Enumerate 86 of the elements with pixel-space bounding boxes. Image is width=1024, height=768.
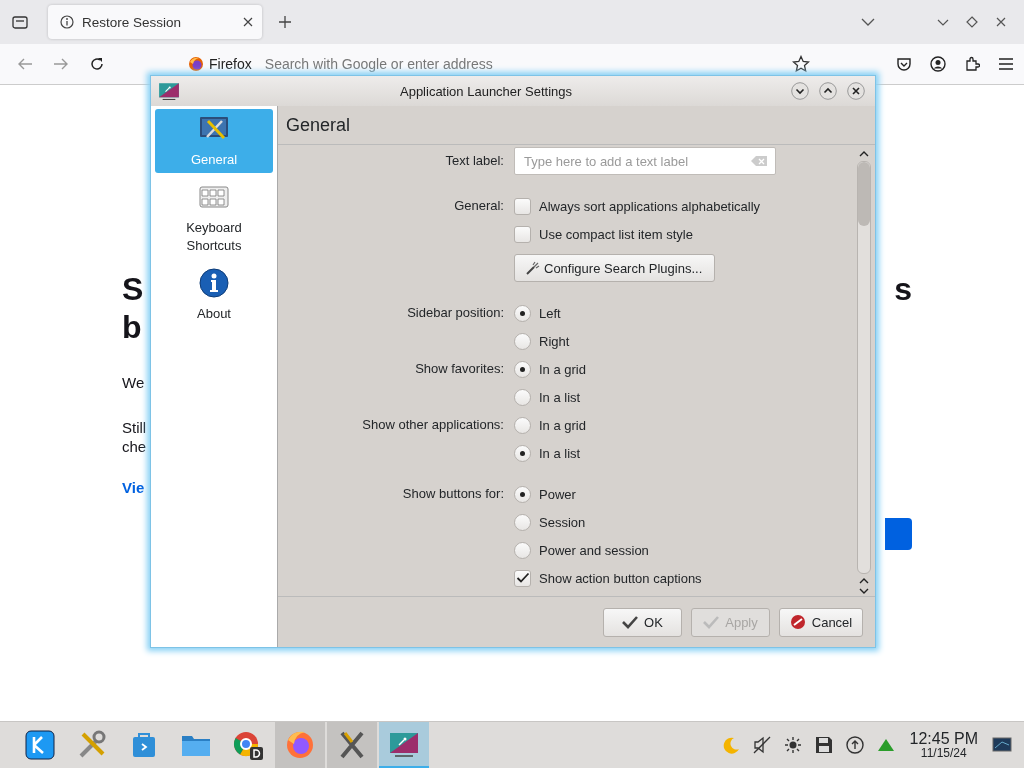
cancel-icon (789, 614, 806, 630)
heading-text: S (122, 270, 145, 308)
info-icon (198, 267, 230, 299)
form-label: Show buttons for: (402, 486, 504, 501)
brightness-icon[interactable] (782, 735, 803, 755)
radio-button[interactable] (514, 513, 531, 531)
browser-logo-icon (188, 56, 204, 72)
checkbox-label[interactable]: Always sort applications alphabetically (539, 198, 761, 214)
radio-label[interactable]: In a grid (539, 417, 586, 433)
heading-text: s (894, 270, 912, 308)
paragraph-text: We (122, 374, 146, 391)
scroll-up-icon[interactable] (859, 150, 869, 158)
form-label: General: (454, 198, 504, 213)
scroll-down-icon[interactable] (859, 587, 869, 595)
minimize-icon[interactable] (937, 17, 949, 27)
radio-button[interactable] (514, 360, 531, 378)
menu-icon[interactable] (998, 57, 1014, 71)
radio-button[interactable] (514, 304, 531, 322)
scrollbar-track[interactable] (857, 161, 871, 574)
radio-button[interactable] (514, 332, 531, 350)
window-title: Application Launcher Settings (399, 83, 573, 99)
checkbox[interactable] (514, 197, 531, 215)
scrollbar-thumb[interactable] (858, 162, 870, 226)
site-label: Firefox (209, 56, 252, 72)
form-label: Text label: (445, 153, 504, 168)
minimize-icon[interactable] (791, 82, 809, 100)
radio-label[interactable]: Power and session (539, 542, 649, 558)
form-label: Sidebar position: (407, 305, 504, 320)
radio-button[interactable] (514, 485, 531, 503)
address-field[interactable]: Search with Google or enter address (262, 55, 787, 73)
form-label: Show favorites: (415, 361, 504, 376)
new-tab-icon[interactable] (278, 15, 292, 29)
checkbox-label[interactable]: Use compact list item style (539, 226, 693, 242)
paragraph-text: Still (122, 419, 147, 436)
radio-label[interactable]: Power (539, 486, 576, 502)
info-icon (60, 15, 74, 29)
puzzle-icon[interactable] (964, 56, 980, 72)
tab-list-icon[interactable] (11, 14, 29, 30)
configure-button[interactable]: Configure Search Plugins... (514, 254, 716, 282)
scroll-up-icon[interactable] (859, 577, 869, 585)
close-icon[interactable] (242, 16, 254, 28)
pocket-icon[interactable] (896, 56, 912, 72)
forward-icon[interactable] (53, 57, 69, 71)
radio-label[interactable]: In a list (539, 389, 581, 405)
sidebar-item[interactable]: Keyboard Shortcuts (155, 177, 273, 259)
radio-button[interactable] (514, 541, 531, 559)
sidebar-item[interactable]: About (155, 263, 273, 327)
cancel-button[interactable]: Cancel (779, 607, 863, 637)
paragraph-text: che (122, 438, 147, 455)
ok-button[interactable]: OK (603, 607, 682, 637)
back-icon[interactable] (17, 57, 33, 71)
radio-label[interactable]: Right (539, 333, 570, 349)
maximize-icon[interactable] (966, 16, 978, 28)
radio-button[interactable] (514, 416, 531, 434)
update-icon[interactable] (844, 735, 865, 755)
checkbox-label[interactable]: Show action button captions (539, 570, 702, 586)
wrench-icon (525, 260, 541, 276)
browser-tab[interactable]: Restore Session (48, 5, 262, 39)
radio-label[interactable]: In a grid (539, 361, 586, 377)
radio-label[interactable]: Left (539, 305, 561, 321)
desktop-icon[interactable] (992, 736, 1012, 754)
maximize-icon[interactable] (819, 82, 837, 100)
radio-label[interactable]: In a list (539, 445, 581, 461)
speaker-muted-icon[interactable] (751, 735, 772, 755)
text-field[interactable]: Type here to add a text label (514, 147, 776, 175)
reload-icon[interactable] (89, 56, 105, 72)
radio-button[interactable] (514, 444, 531, 462)
star-icon[interactable] (792, 55, 810, 73)
radio-label[interactable]: Session (539, 514, 586, 530)
clock-time[interactable]: 12:45 PM (909, 730, 978, 747)
check-icon (703, 614, 720, 630)
radio-button[interactable] (514, 388, 531, 406)
checkbox[interactable] (514, 225, 531, 243)
chevron-down-icon[interactable] (861, 17, 875, 27)
account-icon[interactable] (930, 56, 946, 72)
check-icon (622, 614, 639, 630)
close-icon[interactable] (847, 82, 865, 100)
clock-date[interactable]: 11/15/24 (909, 747, 978, 760)
close-icon[interactable] (995, 16, 1007, 28)
link[interactable]: Vie (122, 479, 147, 496)
checkbox[interactable] (514, 569, 531, 587)
k-logo-icon (23, 728, 57, 762)
check-icon (515, 572, 530, 584)
page-title: General (278, 106, 875, 145)
heading-text: b (122, 308, 143, 346)
form-label: Show other applications: (362, 417, 504, 432)
